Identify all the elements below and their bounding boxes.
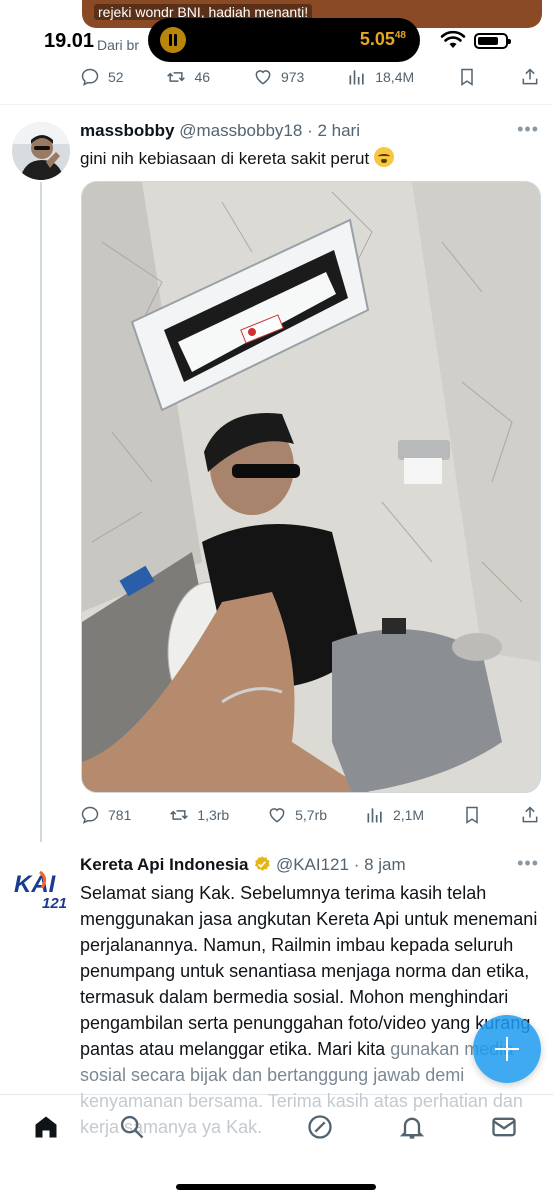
handle[interactable]: @massbobby18 bbox=[179, 121, 302, 140]
thread-line bbox=[40, 182, 42, 842]
reply-header: Kereta Api Indonesia @KAI121 · 8 jam bbox=[80, 855, 406, 875]
avatar-photo bbox=[12, 122, 70, 180]
grok-icon[interactable] bbox=[306, 1113, 334, 1141]
reply-button[interactable]: 52 bbox=[80, 67, 124, 87]
reply-text-main: Selamat siang Kak. Sebelumnya terima kas… bbox=[80, 883, 538, 1059]
retweet-icon bbox=[170, 810, 189, 820]
search-icon[interactable] bbox=[118, 1113, 146, 1141]
more-options-icon[interactable]: ••• bbox=[517, 119, 539, 140]
display-name[interactable]: massbobby bbox=[80, 121, 174, 140]
retweet-button[interactable]: 1,3rb bbox=[169, 805, 229, 825]
previous-tweet-source: Dari br bbox=[97, 37, 140, 53]
views-icon bbox=[367, 808, 382, 823]
previous-tweet-actions: 52 46 973 18,4M bbox=[80, 63, 540, 91]
more-options-icon[interactable]: ••• bbox=[517, 853, 539, 874]
bookmark-button[interactable] bbox=[462, 805, 482, 825]
heart-icon bbox=[269, 808, 285, 823]
reply-icon bbox=[81, 806, 99, 824]
tweet-actions: 781 1,3rb 5,7rb 2,1M bbox=[80, 801, 540, 829]
dynamic-island[interactable]: 5.0548 bbox=[148, 18, 420, 62]
photo-illustration bbox=[82, 182, 540, 792]
kai-logo-text: KAI bbox=[14, 871, 57, 898]
verified-badge-icon bbox=[255, 856, 270, 871]
home-icon[interactable] bbox=[32, 1113, 60, 1141]
views-button[interactable]: 2,1M bbox=[365, 805, 424, 825]
heart-icon bbox=[255, 70, 271, 85]
home-indicator[interactable] bbox=[176, 1184, 376, 1190]
tweet-text: gini nih kebiasaan di kereta sakit perut bbox=[80, 147, 394, 170]
share-button[interactable] bbox=[520, 805, 540, 825]
wifi-icon bbox=[440, 30, 466, 48]
like-button[interactable]: 5,7rb bbox=[267, 805, 327, 825]
bookmark-icon bbox=[461, 68, 473, 86]
kai-logo-number: 121 bbox=[42, 895, 67, 912]
bookmark-button[interactable] bbox=[457, 67, 477, 87]
views-button[interactable]: 18,4M bbox=[347, 67, 414, 87]
battery-icon bbox=[474, 33, 511, 49]
tweet-photo[interactable] bbox=[81, 181, 541, 793]
timestamp: · 8 jam bbox=[353, 855, 406, 874]
display-name[interactable]: Kereta Api Indonesia bbox=[80, 855, 248, 874]
retweet-button[interactable]: 46 bbox=[166, 67, 210, 87]
like-button[interactable]: 973 bbox=[253, 67, 304, 87]
share-button[interactable] bbox=[520, 67, 540, 87]
avatar[interactable] bbox=[12, 122, 70, 180]
pause-icon[interactable] bbox=[160, 27, 186, 53]
share-icon bbox=[522, 806, 538, 823]
views-icon bbox=[349, 70, 364, 85]
notifications-icon[interactable] bbox=[398, 1113, 426, 1141]
handle[interactable]: @KAI121 bbox=[276, 855, 349, 874]
crying-emoji-icon bbox=[373, 147, 394, 167]
compose-button[interactable] bbox=[473, 1015, 541, 1083]
timestamp: · 2 hari bbox=[307, 121, 360, 140]
timer-readout: 5.0548 bbox=[359, 29, 406, 49]
messages-icon[interactable] bbox=[490, 1113, 518, 1141]
retweet-icon bbox=[167, 72, 186, 82]
reply-button[interactable]: 781 bbox=[80, 805, 131, 825]
share-icon bbox=[522, 68, 538, 85]
status-time: 19.01 bbox=[44, 30, 95, 52]
tweet-header: massbobby @massbobby18 · 2 hari bbox=[80, 121, 360, 141]
kai-logo-mark: KAI 121 bbox=[14, 870, 67, 912]
divider bbox=[0, 104, 553, 105]
reply-icon bbox=[81, 68, 99, 86]
bookmark-icon bbox=[466, 806, 478, 824]
kai-logo[interactable]: KAI 121 bbox=[12, 868, 68, 912]
